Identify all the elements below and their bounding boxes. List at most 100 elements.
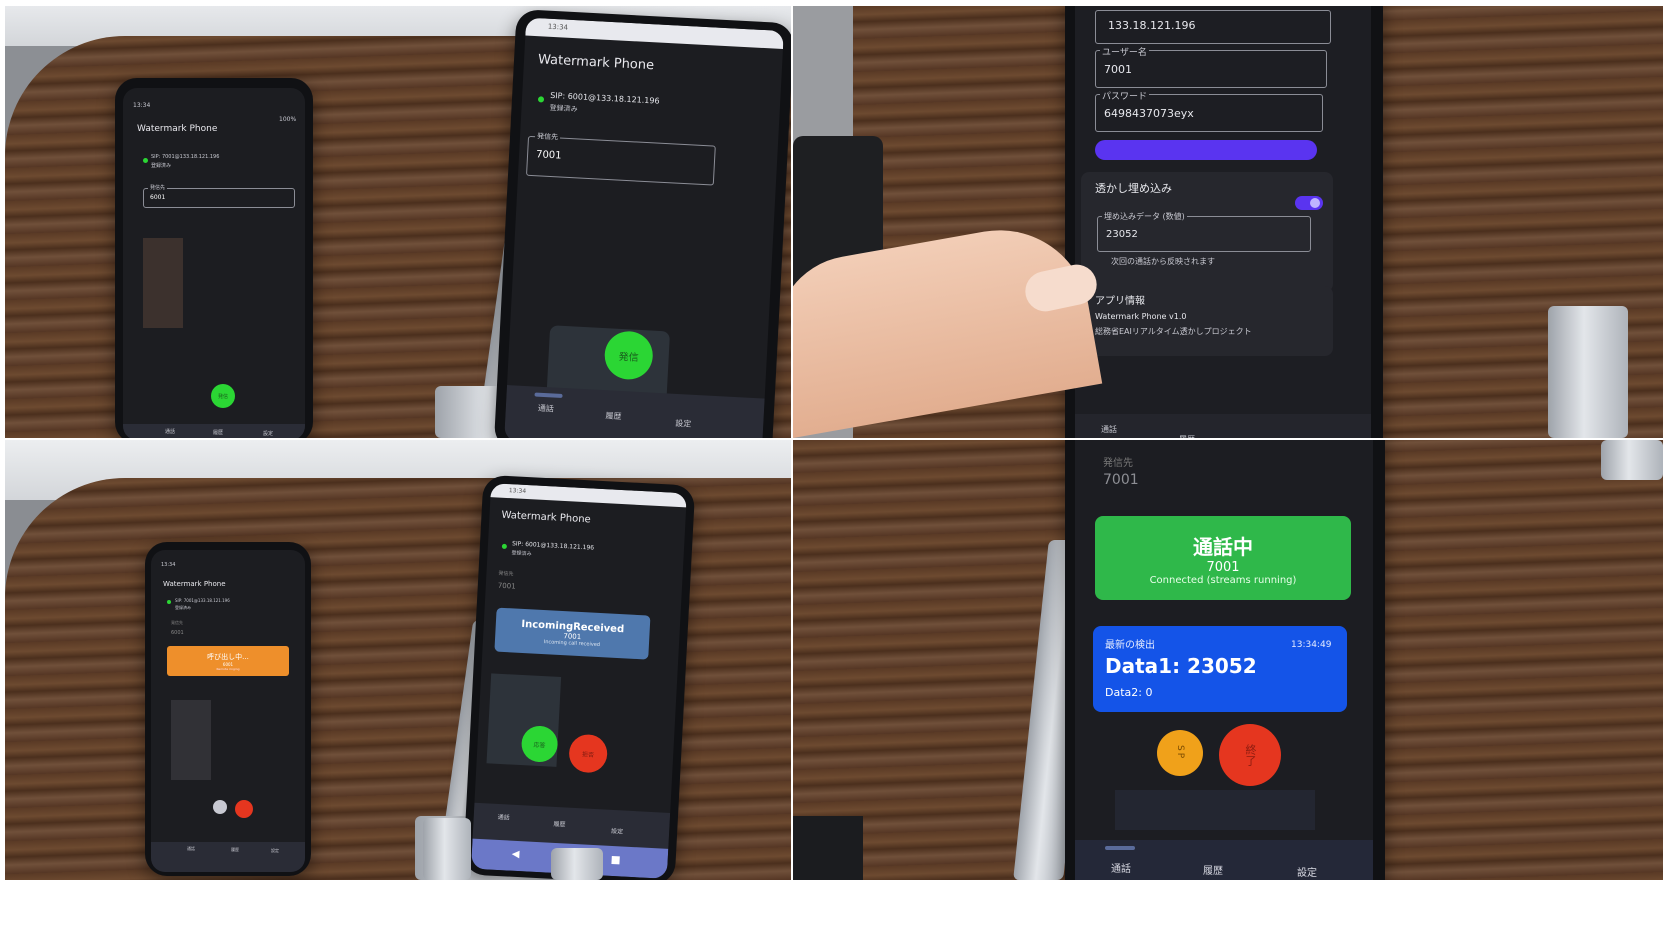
detection-card: 最新の検出 13:34:49 Data1: 23052 Data2: 0 — [1093, 626, 1347, 712]
data1-value: Data1: 23052 — [1105, 654, 1257, 678]
phone-screen: 133.18.121.196 ユーザー名 7001 パスワード 64984370… — [1075, 6, 1371, 438]
phone-right: 13:34 Watermark Phone SIP: 6001@133.18.1… — [493, 9, 791, 438]
in-call-title: 通話中 — [1193, 534, 1253, 559]
speaker-button[interactable]: SP — [1157, 730, 1203, 776]
phone-stand — [1548, 306, 1628, 438]
incoming-card: IncomingReceived 7001 Incoming call rece… — [494, 607, 651, 660]
phone-settings: 133.18.121.196 ユーザー名 7001 パスワード 64984370… — [1065, 6, 1383, 438]
status-dot — [501, 543, 508, 550]
bottom-nav: 通話 履歴 — [1075, 414, 1371, 438]
calling-title: 呼び出し中... — [207, 652, 249, 661]
field-value: 6001 — [171, 630, 184, 636]
call-button-label: 発信 — [217, 393, 228, 400]
phone-screen: 13:34 Watermark Phone SIP: 6001@133.18.1… — [504, 17, 784, 438]
field-value: 133.18.121.196 — [1108, 19, 1196, 32]
nav-item-history[interactable]: 履歴 — [1179, 434, 1195, 438]
app-title: Watermark Phone — [163, 580, 226, 588]
nav-item-history[interactable]: 履歴 — [213, 429, 223, 436]
field-value: 7001 — [497, 581, 516, 591]
field-value: 7001 — [535, 149, 562, 162]
nav-item-call[interactable]: 通話 — [1111, 860, 1131, 875]
section-title: アプリ情報 — [1095, 296, 1145, 307]
status-dot — [167, 600, 171, 604]
app-version: Watermark Phone v1.0 — [1095, 312, 1187, 321]
field-value: 6001 — [150, 194, 166, 201]
end-call-button-label: 終了 — [1244, 744, 1257, 766]
registration-status: 登録済み — [175, 605, 191, 610]
call-button-label: 発信 — [618, 351, 639, 364]
watermark-card: 透かし埋め込み 埋め込みデータ (数値) 23052 次回の通話から反映されます — [1081, 172, 1333, 292]
nav-item-settings[interactable]: 設定 — [675, 418, 692, 430]
call-button[interactable]: 発信 — [211, 384, 235, 408]
embed-data-field[interactable]: 埋め込みデータ (数値) 23052 — [1097, 211, 1311, 252]
nav-item-history[interactable]: 履歴 — [231, 847, 239, 853]
destination-field[interactable]: 発信先 6001 — [143, 184, 295, 208]
phone-screen: 発信先 7001 通話中 7001 Connected (streams run… — [1075, 440, 1373, 880]
watermark-toggle[interactable] — [1295, 196, 1323, 210]
status-dot — [537, 96, 545, 103]
back-icon[interactable]: ◀ — [512, 849, 520, 860]
phone-in-call: 発信先 7001 通話中 7001 Connected (streams run… — [1065, 440, 1385, 880]
nav-item-call[interactable]: 通話 — [187, 846, 195, 852]
field-label: 発信先 — [171, 620, 183, 625]
screen-reflection — [143, 238, 183, 328]
status-battery: 100% — [279, 116, 297, 123]
data2-value: Data2: 0 — [1105, 686, 1153, 699]
phone-stand-clamp — [423, 818, 471, 880]
field-value: 6498437073eyx — [1104, 107, 1194, 120]
calling-substatus: Remote ringing — [216, 666, 240, 671]
nav-item-settings[interactable]: 設定 — [263, 430, 273, 437]
detection-label: 最新の検出 — [1105, 640, 1155, 651]
status-time: 13:34 — [547, 22, 569, 32]
nav-item-call[interactable]: 通話 — [165, 428, 175, 435]
destination-field[interactable]: 発信先 7001 — [525, 131, 716, 186]
sip-address: SIP: 7001@133.18.121.196 — [151, 154, 220, 160]
nav-item-call[interactable]: 通話 — [498, 812, 510, 822]
nav-item-call[interactable]: 通話 — [1101, 424, 1117, 435]
registration-status: 登録済み — [549, 103, 578, 114]
detection-time: 13:34:49 — [1291, 640, 1332, 650]
reject-button[interactable]: 拒否 — [568, 733, 609, 774]
nav-item-call[interactable]: 通話 — [538, 403, 555, 415]
app-title: Watermark Phone — [137, 124, 218, 134]
field-label: 発信先 — [148, 184, 168, 191]
reject-button-label: 拒否 — [581, 750, 595, 759]
nav-item-settings[interactable]: 設定 — [271, 848, 279, 854]
recents-icon[interactable] — [611, 855, 620, 865]
right-stand-edge — [1601, 440, 1663, 480]
phone-left: 13:34 Watermark Phone SIP: 7001@133.18.1… — [145, 542, 311, 876]
phone-stand-clamp — [551, 848, 603, 880]
end-call-button[interactable] — [235, 800, 253, 818]
phone-screen: 13:34 Watermark Phone SIP: 7001@133.18.1… — [151, 550, 305, 872]
nav-item-history[interactable]: 履歴 — [605, 410, 622, 422]
field-label: 発信先 — [498, 570, 514, 578]
panel-bottom-right: 発信先 7001 通話中 7001 Connected (streams run… — [793, 440, 1663, 880]
bottom-nav: 通話 履歴 設定 — [123, 424, 305, 438]
calling-card: 呼び出し中... 6001 Remote ringing — [167, 646, 289, 676]
screen-reflection — [171, 700, 211, 780]
status-time: 13:34 — [161, 562, 176, 568]
end-call-button[interactable]: 終了 — [1219, 724, 1281, 786]
panel-top-right: 133.18.121.196 ユーザー名 7001 パスワード 64984370… — [793, 6, 1663, 438]
app-title: Watermark Phone — [501, 509, 591, 526]
server-field[interactable]: 133.18.121.196 — [1095, 10, 1331, 44]
in-call-number: 7001 — [1206, 559, 1240, 575]
speaker-button-label: SP — [1175, 745, 1185, 761]
status-time: 13:34 — [508, 487, 527, 495]
phone-left: 13:34 100% Watermark Phone SIP: 7001@133… — [115, 78, 313, 438]
save-button[interactable] — [1095, 140, 1317, 160]
username-field[interactable]: ユーザー名 7001 — [1095, 45, 1327, 88]
app-title: Watermark Phone — [537, 52, 655, 74]
nav-item-settings[interactable]: 設定 — [611, 826, 623, 836]
password-field[interactable]: パスワード 6498437073eyx — [1095, 89, 1323, 132]
registration-status: 登録済み — [151, 163, 172, 169]
nav-item-history[interactable]: 履歴 — [1203, 862, 1223, 877]
nav-item-history[interactable]: 履歴 — [553, 819, 565, 829]
embed-hint: 次回の通話から反映されます — [1111, 257, 1215, 266]
field-label: 発信先 — [1103, 458, 1133, 469]
incoming-substatus: Incoming call received — [543, 638, 601, 648]
speaker-button[interactable] — [213, 800, 227, 814]
nav-item-settings[interactable]: 設定 — [1297, 864, 1317, 879]
app-info-card: アプリ情報 Watermark Phone v1.0 総務省EAIリアルタイム透… — [1081, 286, 1333, 356]
field-value: 7001 — [1103, 472, 1139, 488]
